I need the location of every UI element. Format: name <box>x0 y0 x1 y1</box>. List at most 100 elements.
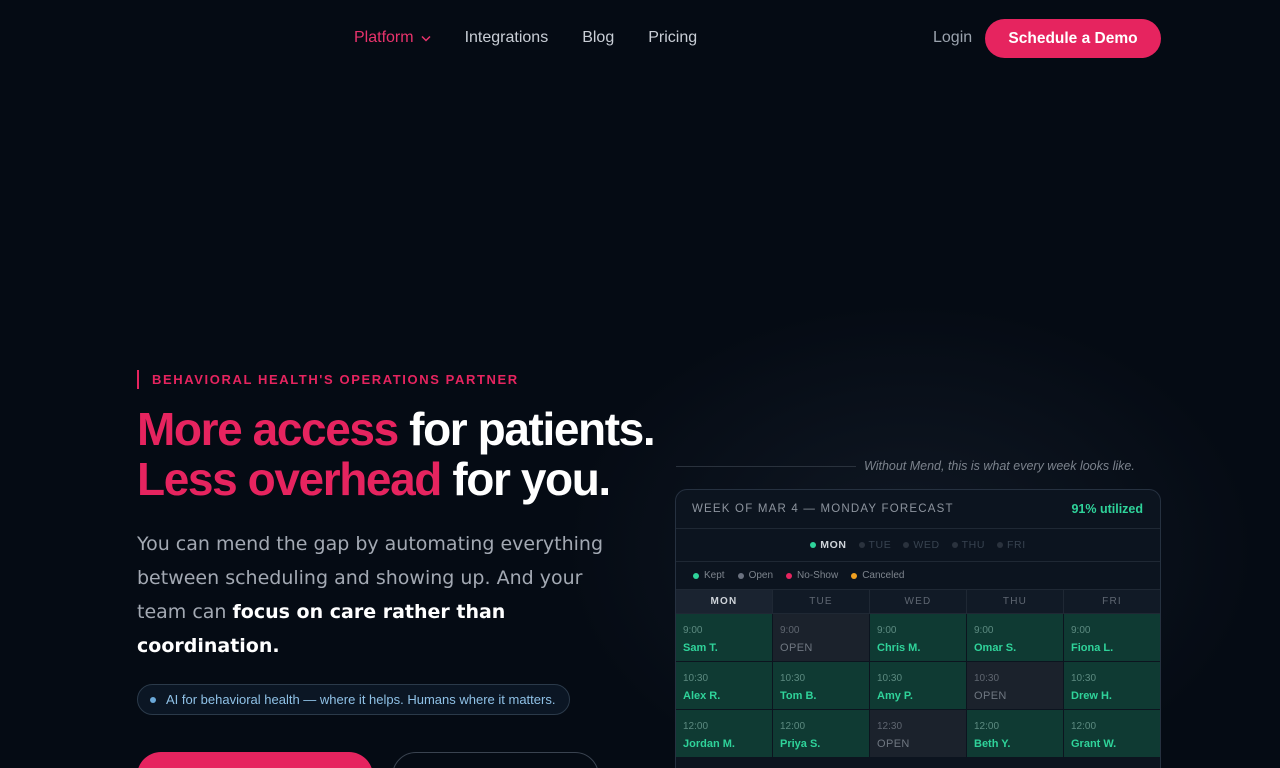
legend-dot-icon <box>851 572 858 579</box>
hero-eyebrow: BEHAVIORAL HEALTH'S OPERATIONS PARTNER <box>137 370 519 389</box>
day-tab-4[interactable]: FRI <box>997 539 1026 551</box>
schedule-slot[interactable]: 10:30 Tom B. <box>773 662 870 710</box>
day-tab-3[interactable]: THU <box>951 539 986 551</box>
panel-caption: Without Mend, this is what every week lo… <box>864 459 1135 473</box>
schedule-slot[interactable]: 10:30 OPEN <box>967 662 1064 710</box>
schedule-slot[interactable]: 9:00 Omar S. <box>967 614 1064 662</box>
slot-patient: OPEN <box>780 642 813 654</box>
headline-rest-1: for patients. <box>397 403 655 455</box>
slot-patient: Fiona L. <box>1071 642 1114 654</box>
legend-label: Kept <box>704 570 725 581</box>
ai-pill: AI for behavioral health — where it help… <box>137 684 571 715</box>
schedule-slot[interactable]: 9:00 OPEN <box>773 614 870 662</box>
slot-patient: Alex R. <box>683 690 721 702</box>
legend-item: No-Show <box>786 570 838 581</box>
nav-links: Platform Integrations Blog Pricing <box>354 28 731 48</box>
secondary-cta-button[interactable] <box>392 752 599 768</box>
column-header: THU <box>967 590 1064 614</box>
headline-line-2: Less overhead for you. <box>137 454 654 504</box>
headline-accent-1: More access <box>137 403 399 455</box>
schedule-grid: MON TUE WED THU FRI 9:00 Sam T. 9:00 OPEN 9:00 Chr… <box>676 590 1160 758</box>
slot-time: 9:00 <box>877 625 897 636</box>
chevron-down-icon <box>421 28 431 48</box>
panel-header: WEEK OF MAR 4 — MONDAY FORECAST 91% util… <box>676 490 1160 529</box>
day-tab-label: THU <box>961 539 986 551</box>
schedule-slot[interactable]: 10:30 Alex R. <box>676 662 773 710</box>
schedule-slot[interactable]: 9:00 Chris M. <box>870 614 967 662</box>
day-tab-0[interactable]: MON <box>810 539 846 551</box>
slot-time: 9:00 <box>683 625 703 636</box>
column-header: MON <box>676 590 773 614</box>
pill-dot-icon <box>150 696 156 703</box>
day-tab-label: WED <box>913 539 940 551</box>
legend-item: Open <box>737 570 774 581</box>
schedule-slot[interactable]: 10:30 Amy P. <box>870 662 967 710</box>
schedule-demo-button[interactable]: Schedule a Demo <box>985 19 1161 58</box>
headline-rest-2: for you. <box>440 453 611 505</box>
slot-time: 12:30 <box>877 721 903 732</box>
slot-time: 9:00 <box>1071 625 1091 636</box>
primary-cta-button[interactable] <box>137 752 373 768</box>
schedule-slot[interactable]: 12:00 Beth Y. <box>967 710 1064 758</box>
nav-pricing[interactable]: Pricing <box>648 28 697 48</box>
slot-time: 10:30 <box>974 673 1000 684</box>
slot-patient: Jordan M. <box>683 738 735 750</box>
schedule-slot[interactable]: 12:00 Grant W. <box>1064 710 1160 758</box>
day-tab-label: TUE <box>868 539 892 551</box>
schedule-slot[interactable]: 12:00 Priya S. <box>773 710 870 758</box>
slot-patient: Beth Y. <box>974 738 1011 750</box>
column-header: TUE <box>773 590 870 614</box>
day-dot-icon <box>997 542 1004 548</box>
nav-blog[interactable]: Blog <box>582 28 614 48</box>
slot-time: 12:00 <box>974 721 1000 732</box>
schedule-slot[interactable]: 12:00 Jordan M. <box>676 710 773 758</box>
nav-platform[interactable]: Platform <box>354 28 431 48</box>
slot-patient: OPEN <box>974 690 1007 702</box>
day-dot-icon <box>858 542 865 548</box>
pill-text: AI for behavioral health — where it help… <box>166 692 556 707</box>
day-dot-icon <box>951 542 958 548</box>
slot-time: 10:30 <box>1071 673 1097 684</box>
hero-headline: More access for patients. Less overhead … <box>137 403 656 504</box>
eyebrow-text: BEHAVIORAL HEALTH'S OPERATIONS PARTNER <box>152 372 519 387</box>
slot-patient: Grant W. <box>1071 738 1117 750</box>
caption-divider <box>676 466 856 467</box>
panel-title: WEEK OF MAR 4 — MONDAY FORECAST <box>692 503 954 515</box>
slot-patient: OPEN <box>877 738 910 750</box>
slot-patient: Omar S. <box>974 642 1017 654</box>
schedule-slot[interactable]: 9:00 Sam T. <box>676 614 773 662</box>
login-link[interactable]: Login <box>933 28 972 48</box>
status-legend: Kept Open No-Show Canceled <box>676 562 1160 590</box>
day-tab-2[interactable]: WED <box>903 539 939 551</box>
schedule-slot[interactable]: 12:30 OPEN <box>870 710 967 758</box>
slot-patient: Priya S. <box>780 738 821 750</box>
slot-patient: Chris M. <box>877 642 921 654</box>
slot-time: 12:00 <box>1071 721 1097 732</box>
slot-time: 12:00 <box>780 721 806 732</box>
hero-subtitle: You can mend the gap by automating every… <box>137 527 607 663</box>
legend-item: Canceled <box>851 570 904 581</box>
slot-time: 10:30 <box>683 673 709 684</box>
legend-item: Kept <box>693 570 725 581</box>
slot-time: 10:30 <box>877 673 903 684</box>
day-tab-1[interactable]: TUE <box>858 539 892 551</box>
column-header: WED <box>870 590 967 614</box>
day-tab-label: MON <box>820 539 847 551</box>
day-dot-icon <box>810 542 817 548</box>
legend-dot-icon <box>737 572 744 579</box>
slot-time: 12:00 <box>683 721 709 732</box>
legend-label: No-Show <box>797 570 839 581</box>
day-tab-label: FRI <box>1007 539 1026 551</box>
headline-accent-2: Less overhead <box>137 453 442 505</box>
slot-patient: Drew H. <box>1071 690 1112 702</box>
schedule-slot[interactable]: 9:00 Fiona L. <box>1064 614 1160 662</box>
slot-patient: Sam T. <box>683 642 718 654</box>
legend-label: Canceled <box>862 570 905 581</box>
nav-integrations[interactable]: Integrations <box>465 28 549 48</box>
legend-label: Open <box>748 570 774 581</box>
headline-line-1: More access for patients. <box>137 403 656 455</box>
schedule-slot[interactable]: 10:30 Drew H. <box>1064 662 1160 710</box>
day-dot-icon <box>903 542 910 548</box>
schedule-panel: WEEK OF MAR 4 — MONDAY FORECAST 91% util… <box>675 489 1161 768</box>
slot-patient: Amy P. <box>877 690 913 702</box>
